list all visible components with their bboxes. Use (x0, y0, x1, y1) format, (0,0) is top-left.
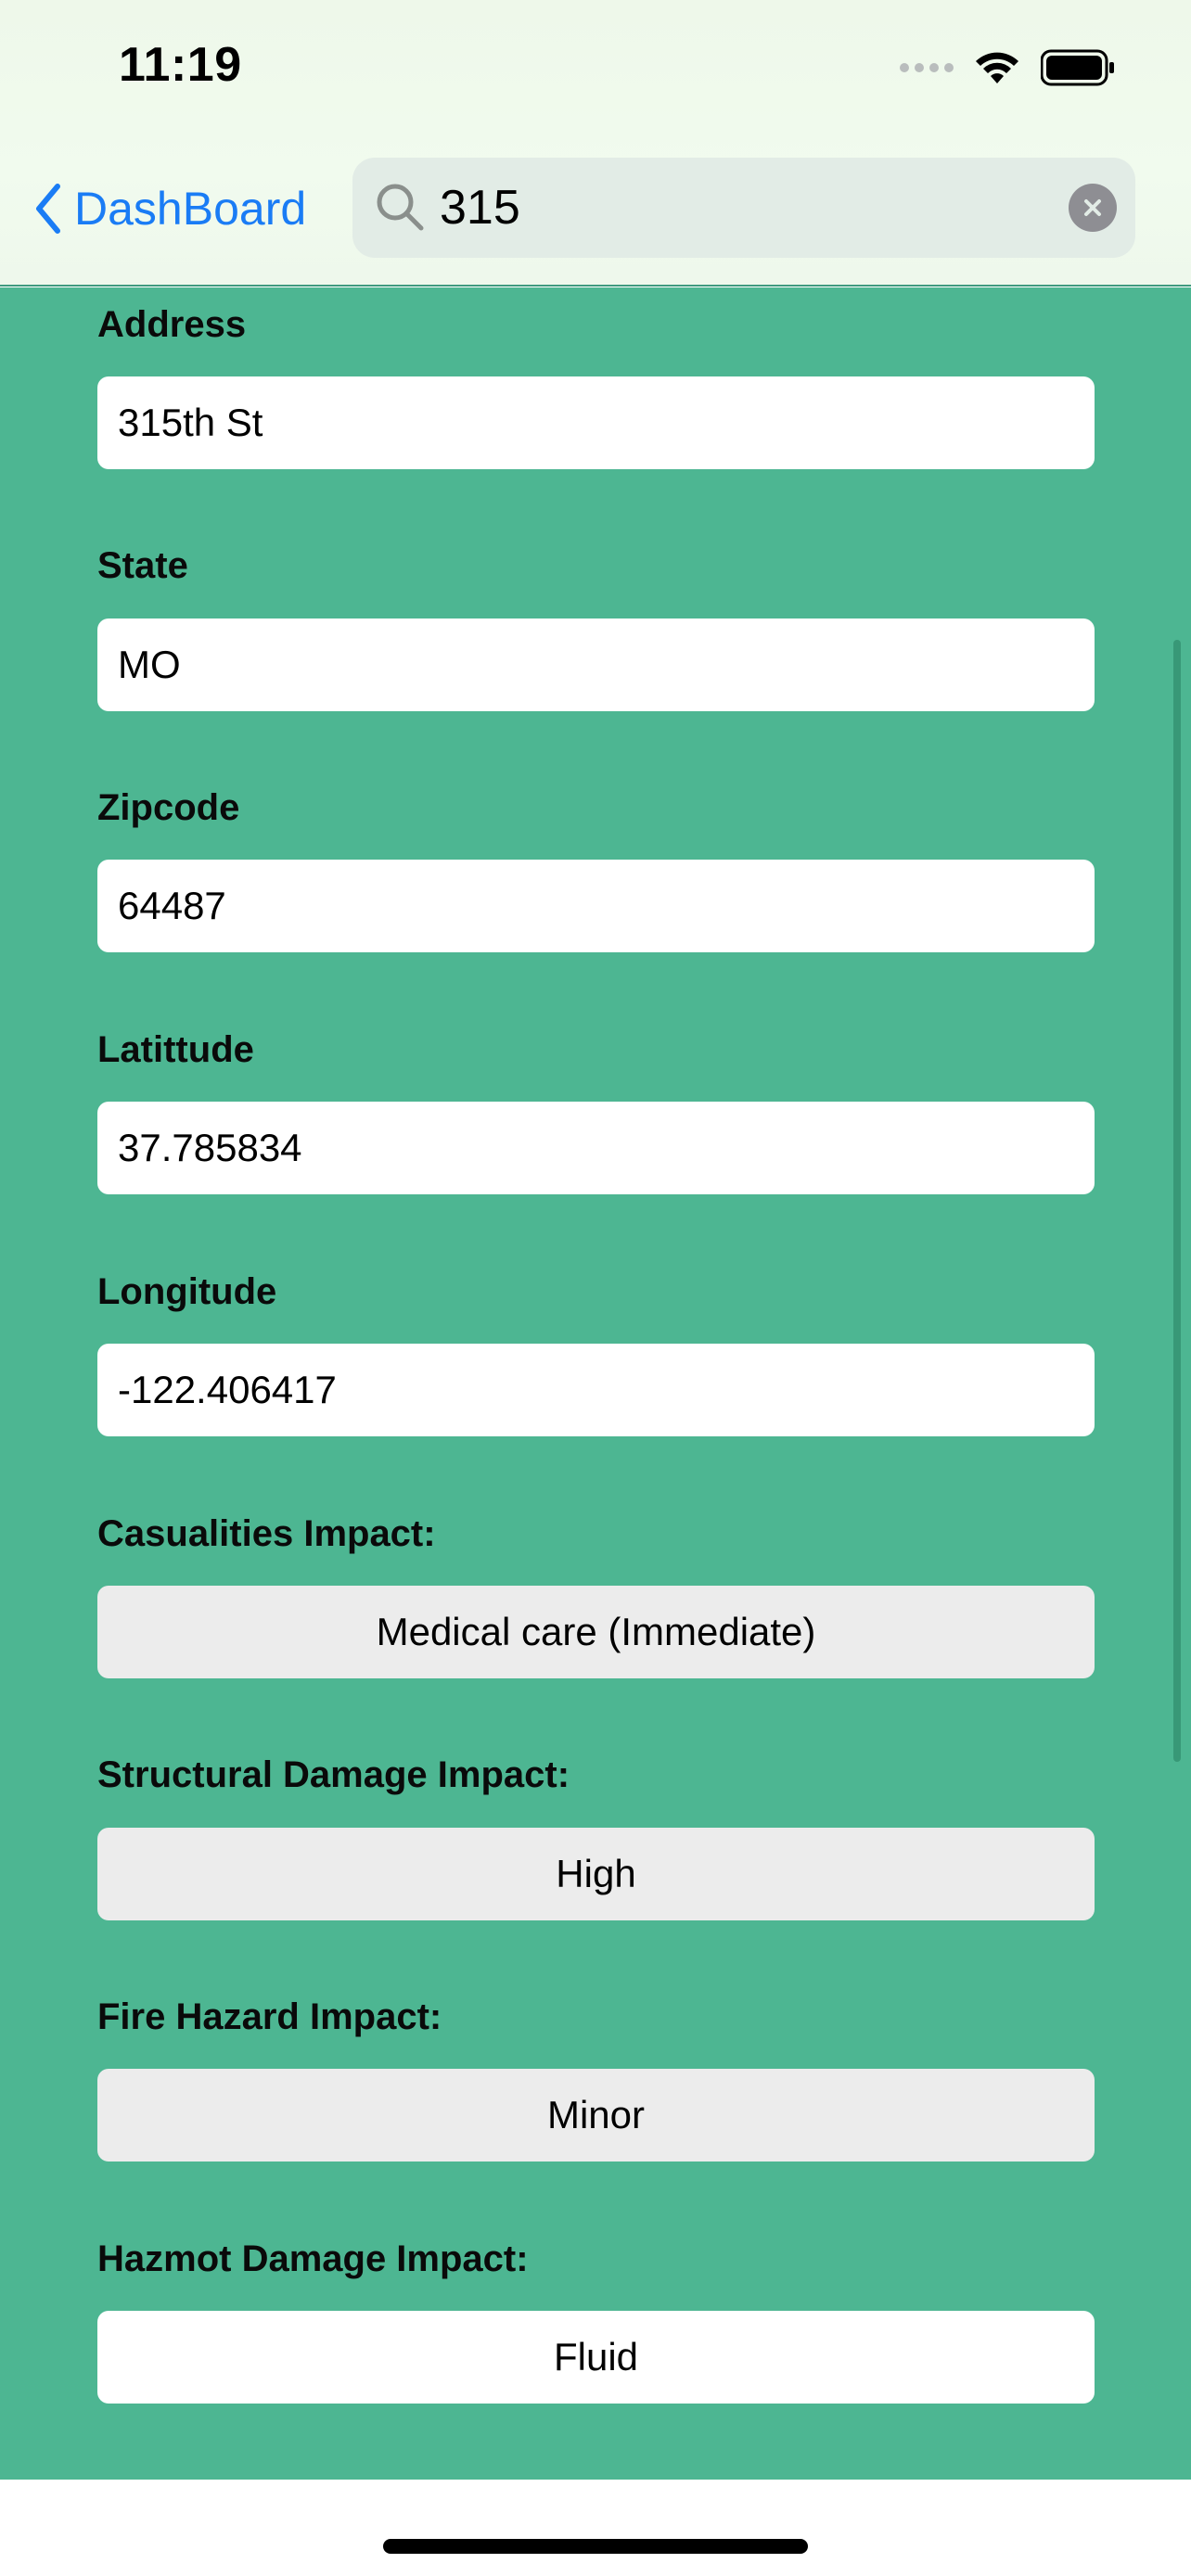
fire-hazard-impact-picker[interactable]: Minor (97, 2069, 1095, 2162)
back-button-label: DashBoard (74, 183, 307, 235)
form-scroll-area[interactable]: Address State Zipcode Latittude Longitud… (0, 287, 1191, 2480)
zipcode-input[interactable] (97, 860, 1095, 952)
hazmat-damage-impact-picker[interactable]: Fluid (97, 2311, 1095, 2404)
close-icon (1084, 199, 1101, 216)
structural-damage-impact-picker[interactable]: High (97, 1828, 1095, 1920)
chevron-left-icon (36, 184, 60, 234)
cellular-signal-icon (900, 63, 954, 72)
latitude-label: Latittude (97, 1029, 254, 1070)
navigation-header: 11:19 DashBoard (0, 0, 1191, 287)
state-label: State (97, 545, 188, 586)
status-icons (900, 46, 1115, 89)
longitude-label: Longitude (97, 1271, 277, 1312)
structural-damage-impact-label: Structural Damage Impact: (97, 1754, 570, 1795)
vertical-scrollbar[interactable] (1173, 640, 1181, 1762)
state-input[interactable] (97, 618, 1095, 711)
search-field[interactable] (352, 158, 1135, 258)
zipcode-label: Zipcode (97, 787, 240, 828)
search-icon (377, 184, 424, 231)
battery-icon (1041, 49, 1115, 86)
search-input[interactable] (440, 174, 1043, 241)
back-button[interactable]: DashBoard (33, 176, 306, 241)
fire-hazard-impact-label: Fire Hazard Impact: (97, 1996, 442, 2037)
address-input[interactable] (97, 376, 1095, 469)
home-indicator[interactable] (383, 2539, 808, 2554)
wifi-icon (974, 50, 1020, 85)
longitude-input[interactable] (97, 1344, 1095, 1436)
casualties-impact-picker[interactable]: Medical care (Immediate) (97, 1586, 1095, 1678)
casualties-impact-label: Casualities Impact: (97, 1513, 436, 1554)
address-label: Address (97, 304, 247, 345)
status-time: 11:19 (119, 38, 242, 92)
hazmat-damage-impact-label: Hazmot Damage Impact: (97, 2238, 529, 2279)
clear-search-button[interactable] (1069, 184, 1117, 232)
latitude-input[interactable] (97, 1102, 1095, 1194)
